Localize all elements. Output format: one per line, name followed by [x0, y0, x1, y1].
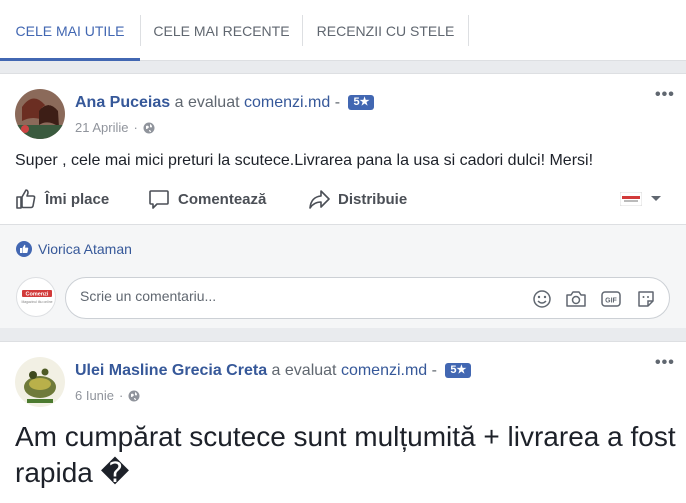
- review-verb: a evaluat: [174, 94, 240, 111]
- likes-summary: Viorica Ataman: [16, 241, 132, 257]
- separator-dash: -: [431, 362, 437, 379]
- tab-most-recent[interactable]: CELE MAI RECENTE: [141, 0, 302, 61]
- emoji-icon[interactable]: [530, 287, 554, 311]
- page-link[interactable]: comenzi.md: [341, 362, 427, 379]
- review-card: Ana Puceias a evaluat comenzi.md - 5★ 21…: [0, 73, 686, 328]
- review-verb: a evaluat: [271, 362, 337, 379]
- tab-most-useful[interactable]: CELE MAI UTILE: [0, 0, 140, 61]
- review-header: Ana Puceias a evaluat comenzi.md - 5★: [75, 94, 375, 112]
- like-button[interactable]: Îmi place: [15, 174, 109, 224]
- review-date[interactable]: 21 Aprilie: [75, 120, 128, 135]
- camera-icon[interactable]: [564, 287, 588, 311]
- tab-star-reviews[interactable]: RECENZII CU STELE: [303, 0, 468, 61]
- review-card: Ulei Masline Grecia Creta a evaluat come…: [0, 341, 686, 503]
- comment-label: Comentează: [178, 190, 267, 208]
- rating-badge: 5★: [348, 95, 375, 110]
- review-header: Ulei Masline Grecia Creta a evaluat come…: [75, 362, 472, 380]
- more-options-icon[interactable]: •••: [655, 86, 675, 104]
- share-arrow-icon: [309, 190, 330, 209]
- more-options-icon[interactable]: •••: [655, 354, 675, 372]
- globe-icon: [143, 122, 155, 133]
- share-label: Distribuie: [338, 190, 408, 208]
- author-avatar[interactable]: [15, 357, 65, 407]
- reactions-section: Viorica Ataman Comenzi Magazinul tău onl…: [0, 224, 686, 328]
- tab-divider: [468, 15, 469, 46]
- liked-by-name[interactable]: Viorica Ataman: [38, 241, 132, 257]
- review-text: Super , cele mai mici preturi la scutece…: [15, 152, 594, 169]
- comenzi-avatar-icon: [620, 192, 642, 206]
- svg-text:GIF: GIF: [605, 298, 617, 305]
- globe-icon: [128, 390, 140, 401]
- author-avatar[interactable]: [15, 89, 65, 139]
- comment-input-box: GIF: [65, 277, 670, 319]
- rating-badge: 5★: [445, 363, 472, 378]
- share-audience-selector[interactable]: [620, 192, 662, 206]
- commenter-avatar-text: Comenzi: [26, 292, 49, 298]
- review-meta: 6 Iunie ·: [75, 388, 140, 403]
- like-label: Îmi place: [45, 190, 110, 208]
- commenter-avatar: Comenzi Magazinul tău online: [16, 277, 56, 317]
- share-button[interactable]: Distribuie: [308, 174, 407, 224]
- review-tabs: CELE MAI UTILE CELE MAI RECENTE RECENZII…: [0, 0, 686, 61]
- author-name[interactable]: Ana Puceias: [75, 94, 170, 111]
- page-link[interactable]: comenzi.md: [244, 94, 330, 111]
- comment-composer: Comenzi Magazinul tău online GIF: [0, 273, 686, 329]
- review-date[interactable]: 6 Iunie: [75, 388, 114, 403]
- review-text: Am cumpărat scutece sunt mulțumită + liv…: [15, 421, 676, 488]
- chevron-down-icon: [651, 196, 661, 201]
- comment-button[interactable]: Comentează: [148, 174, 266, 224]
- sticker-icon[interactable]: [634, 287, 658, 311]
- commenter-avatar-subtext: Magazinul tău online: [21, 300, 52, 304]
- separator-dash: -: [334, 94, 341, 111]
- thumbs-up-icon: [16, 189, 36, 209]
- gif-icon[interactable]: GIF: [599, 287, 623, 311]
- comment-bubble-icon: [149, 190, 169, 209]
- meta-separator: ·: [119, 388, 124, 403]
- review-actions: Îmi place Comentează Distribuie: [0, 174, 686, 224]
- review-meta: 21 Aprilie ·: [75, 120, 155, 135]
- author-name[interactable]: Ulei Masline Grecia Creta: [75, 362, 267, 379]
- meta-separator: ·: [133, 120, 138, 135]
- like-reaction-icon: [16, 241, 32, 257]
- comment-input[interactable]: [80, 288, 500, 304]
